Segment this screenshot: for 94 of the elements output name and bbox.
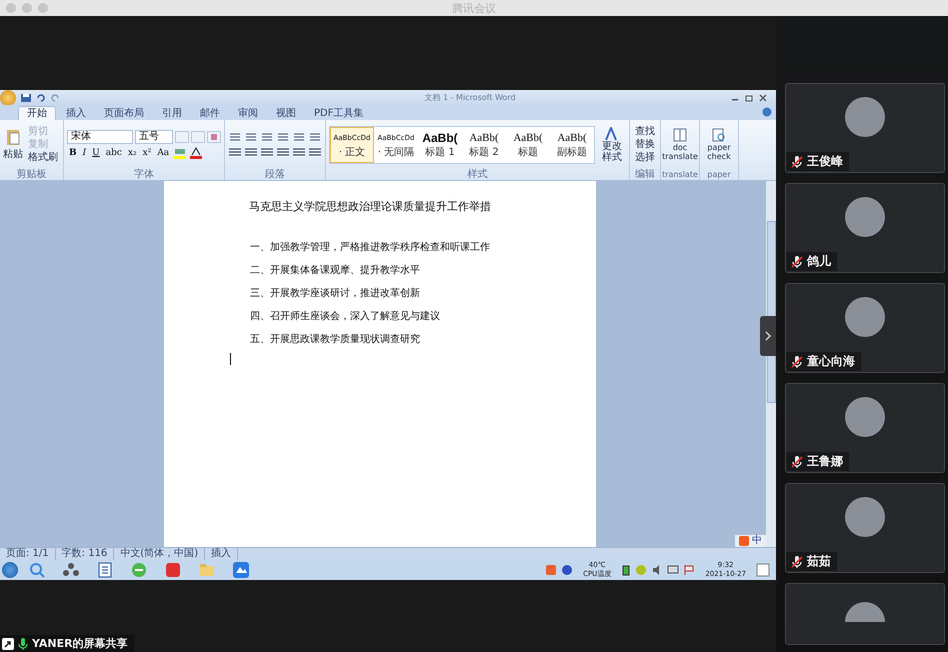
app-logo-icon[interactable] xyxy=(164,561,182,579)
close-icon[interactable] xyxy=(758,92,768,102)
format-button[interactable]: abc xyxy=(104,147,124,159)
show-desktop-icon[interactable] xyxy=(756,563,770,577)
font-color-icon[interactable] xyxy=(189,147,204,159)
ribbon-tab[interactable]: 邮件 xyxy=(192,107,228,120)
group-label: translate xyxy=(661,169,699,180)
format-button[interactable]: B xyxy=(67,147,79,159)
group-label: 字体 xyxy=(133,169,155,180)
format-button[interactable]: I xyxy=(80,147,88,159)
format-button[interactable]: x² xyxy=(140,147,154,159)
participant-name-tag: 王俊峰 xyxy=(786,152,849,171)
app-circle-icon[interactable] xyxy=(130,561,148,579)
document-icon[interactable] xyxy=(96,561,114,579)
document-line: 四、召开师生座谈会，深入了解意见与建议 xyxy=(250,310,440,324)
participant-card[interactable]: 童心向海 xyxy=(785,283,945,373)
list-icon[interactable] xyxy=(228,131,242,143)
collapse-handle[interactable] xyxy=(760,316,776,356)
office-button-icon[interactable] xyxy=(0,90,16,106)
microphone-icon xyxy=(18,636,28,650)
align-icon[interactable] xyxy=(228,146,242,158)
doc-translate-button[interactable]: doc translate xyxy=(664,128,696,161)
group-label: 样式 xyxy=(466,169,488,180)
editing-button[interactable]: 替换 xyxy=(633,138,657,150)
ribbon-tab[interactable]: PDF工具集 xyxy=(306,107,372,120)
paste-button[interactable]: 粘贴 xyxy=(3,128,23,161)
participant-name-tag: 鸽儿 xyxy=(786,252,837,271)
align-icon[interactable] xyxy=(244,146,258,158)
ime-toolbar[interactable]: 中 xyxy=(735,535,766,547)
format-button[interactable]: x₂ xyxy=(126,147,139,159)
avatar-photo-placeholder xyxy=(845,602,885,622)
avatar-photo-placeholder xyxy=(845,197,885,237)
ribbon-tab[interactable]: 开始 xyxy=(18,106,56,120)
group-label: 剪贴板 xyxy=(16,169,48,180)
editing-button[interactable]: 选择 xyxy=(633,152,657,164)
group-label: paper xyxy=(706,169,732,180)
font-size-field[interactable]: 五号 xyxy=(135,130,173,144)
format-button[interactable]: U xyxy=(90,147,102,159)
undo-icon[interactable] xyxy=(36,92,46,102)
window-title: 文档 1 - Microsoft Word xyxy=(423,92,517,103)
group-label: 编辑 xyxy=(634,169,656,180)
list-icon[interactable] xyxy=(244,131,258,143)
document-line: 二、开展集体备课观摩、提升教学水平 xyxy=(250,264,420,278)
align-icon[interactable] xyxy=(260,146,274,158)
avatar-photo-placeholder xyxy=(845,97,885,137)
participant-card[interactable]: 茹茹 xyxy=(785,483,945,573)
ribbon-tab[interactable]: 引用 xyxy=(154,107,190,120)
participant-name-tag: 童心向海 xyxy=(786,352,861,371)
avatar-photo-placeholder xyxy=(845,497,885,537)
participant-card[interactable]: 王俊峰 xyxy=(785,83,945,173)
clipboard-icon xyxy=(5,128,21,146)
screen-share-label: YANER的屏幕共享 xyxy=(0,635,134,652)
list-icon[interactable] xyxy=(276,131,290,143)
font-name-field[interactable]: 宋体 xyxy=(67,130,133,144)
document-line: 三、开展教学座谈研讨，推进改革创新 xyxy=(250,286,420,301)
format-button[interactable]: Aa xyxy=(155,147,172,159)
styles-icon xyxy=(604,126,620,140)
avatar-photo-placeholder xyxy=(845,397,885,437)
participant-card[interactable]: 鸽儿 xyxy=(785,183,945,273)
list-icon[interactable] xyxy=(292,131,306,143)
list-icon[interactable] xyxy=(308,131,322,143)
help-icon[interactable] xyxy=(762,107,772,117)
save-icon[interactable] xyxy=(20,92,32,102)
align-icon[interactable] xyxy=(276,146,290,158)
restore-icon[interactable] xyxy=(744,92,754,102)
people-icon[interactable] xyxy=(62,561,80,579)
start-orb-icon[interactable] xyxy=(2,562,18,578)
editing-button[interactable]: 查找 xyxy=(633,126,657,138)
group-label: 段落 xyxy=(264,169,286,180)
participant-name-tag: 茹茹 xyxy=(786,552,837,571)
translate-icon xyxy=(673,128,687,142)
document-title: 马克思主义学院思想政治理论课质量提升工作举措 xyxy=(248,199,492,214)
avatar-photo-placeholder xyxy=(845,297,885,337)
ribbon-tab[interactable]: 审阅 xyxy=(230,107,266,120)
paper-check-button[interactable]: paper check xyxy=(703,128,735,161)
ribbon-tab[interactable]: 页面布局 xyxy=(96,107,152,120)
participant-card[interactable]: 王鲁娜 xyxy=(785,383,945,473)
align-icon[interactable] xyxy=(292,146,306,158)
participant-card[interactable] xyxy=(785,583,945,645)
list-icon[interactable] xyxy=(260,131,274,143)
ribbon-tab[interactable]: 插入 xyxy=(58,107,94,120)
change-styles-button[interactable]: 更改样式 xyxy=(598,126,626,162)
text-cursor xyxy=(230,353,231,365)
share-arrow-icon xyxy=(2,638,14,650)
clipboard-button[interactable]: 格式刷 xyxy=(26,152,60,164)
participant-name-tag: 王鲁娜 xyxy=(786,452,849,471)
ribbon-tab[interactable]: 视图 xyxy=(268,107,304,120)
battery-icon[interactable] xyxy=(621,564,632,576)
flag-icon[interactable] xyxy=(683,564,696,576)
document-line: 一、加强教学管理，严格推进教学秩序检查和听课工作 xyxy=(250,240,490,255)
network-icon[interactable] xyxy=(667,564,680,576)
document-search-icon xyxy=(712,128,726,142)
document-line: 五、开展思政课教学质量现状调查研究 xyxy=(250,332,420,347)
align-icon[interactable] xyxy=(308,146,322,158)
